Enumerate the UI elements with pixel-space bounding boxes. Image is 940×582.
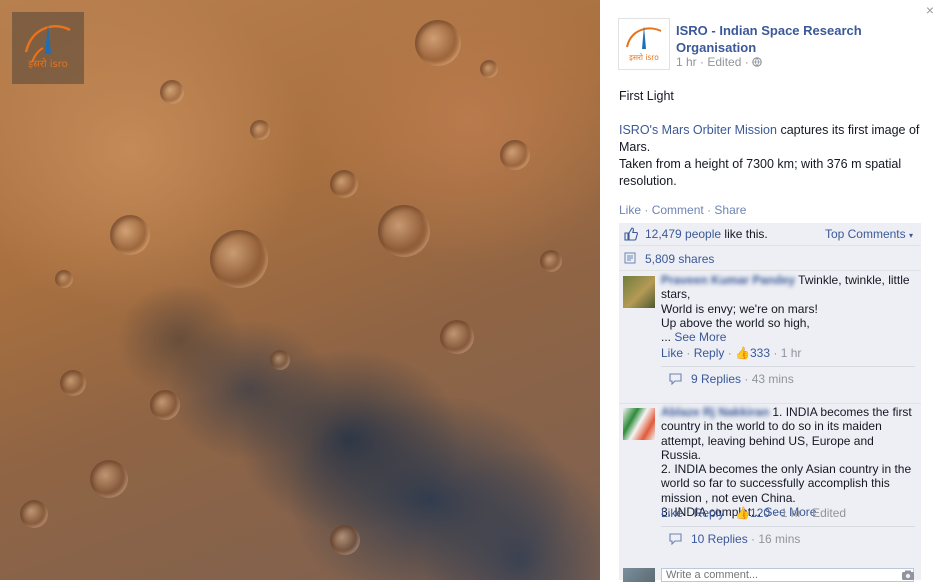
comment-like-link[interactable]: Like xyxy=(661,346,683,360)
view-replies[interactable]: 10 Replies · 16 mins xyxy=(661,526,915,551)
shares-count-link[interactable]: 5,809 shares xyxy=(645,252,714,266)
crater xyxy=(500,140,530,170)
write-comment-row xyxy=(619,562,921,582)
replies-count[interactable]: 10 Replies xyxy=(691,532,748,546)
share-icon xyxy=(624,252,636,264)
crater xyxy=(55,270,73,288)
thumbs-up-icon: 👍 xyxy=(735,346,750,360)
share-link[interactable]: Share xyxy=(714,203,746,217)
post-body: First Light ISRO's Mars Orbiter Mission … xyxy=(619,88,927,190)
logo-text: इसरो isro xyxy=(28,58,68,70)
crater xyxy=(540,250,562,272)
comment-likes-count[interactable]: 👍120 xyxy=(735,506,770,520)
crater xyxy=(378,205,430,257)
replies-time: 43 mins xyxy=(751,372,794,386)
comment-time[interactable]: 1 hr xyxy=(781,346,802,360)
post-title-line: First Light xyxy=(619,89,674,103)
close-icon[interactable]: × xyxy=(926,2,934,18)
likes-suffix: like this. xyxy=(721,227,768,241)
comment-reply-link[interactable]: Reply xyxy=(694,346,725,360)
edited-label[interactable]: Edited xyxy=(707,55,741,69)
page-avatar[interactable]: इसरो isro xyxy=(618,18,670,70)
camera-icon[interactable] xyxy=(901,570,915,580)
comment-author[interactable]: Ablaze Rj Nakkiran xyxy=(661,405,769,419)
crater xyxy=(330,525,360,555)
comment-reply-link[interactable]: Reply xyxy=(694,506,725,520)
shares-row: 5,809 shares xyxy=(619,246,921,271)
isro-logo-icon: इसरो isro xyxy=(24,24,71,70)
post-actions: Like · Comment · Share xyxy=(619,203,747,217)
crater xyxy=(270,350,290,370)
view-replies[interactable]: 9 Replies · 43 mins xyxy=(661,366,915,391)
replies-icon xyxy=(669,373,682,385)
isro-avatar-logo-icon: इसरो isro xyxy=(626,26,662,62)
thumbs-up-icon: 👍 xyxy=(735,506,750,520)
crater xyxy=(440,320,474,354)
top-comments-dropdown[interactable]: Top Comments ▾ xyxy=(825,227,913,241)
post-text-line2: Taken from a height of 7300 km; with 376… xyxy=(619,157,902,188)
isro-watermark-logo: इसरो isro xyxy=(12,12,84,84)
top-comments-label: Top Comments xyxy=(824,227,906,241)
comment-text: Ablaze Rj Nakkiran 1. INDIA becomes the … xyxy=(661,405,912,520)
comment-meta: Like · Reply · 👍333 · 1 hr xyxy=(661,346,802,360)
comment-1: Praveen Kumar Pandey Twinkle, twinkle, l… xyxy=(619,270,921,396)
replies-count[interactable]: 9 Replies xyxy=(691,372,741,386)
comment-text: Praveen Kumar Pandey Twinkle, twinkle, l… xyxy=(661,273,910,345)
avatar-logo-text: इसरो isro xyxy=(629,53,659,62)
crater xyxy=(60,370,86,396)
crater xyxy=(90,460,128,498)
comment-likes-count[interactable]: 👍333 xyxy=(735,346,770,360)
crater xyxy=(415,20,461,66)
commenter-avatar[interactable] xyxy=(623,276,655,308)
crater xyxy=(150,390,180,420)
crater xyxy=(330,170,358,198)
comment-meta: Like · Reply · 👍120 · 1 hr · Edited xyxy=(661,506,847,520)
crater xyxy=(110,215,150,255)
mission-link[interactable]: ISRO's Mars Orbiter Mission xyxy=(619,123,777,137)
post-time[interactable]: 1 hr xyxy=(676,55,697,69)
likes-row: 12,479 people like this. Top Comments ▾ xyxy=(619,223,921,246)
caret-down-icon: ▾ xyxy=(908,231,913,240)
post-meta: 1 hr · Edited · xyxy=(676,55,762,69)
comment-edited[interactable]: Edited xyxy=(812,506,846,520)
crater xyxy=(210,230,268,288)
likes-count-link[interactable]: 12,479 people xyxy=(645,227,721,241)
commenter-avatar[interactable] xyxy=(623,408,655,440)
replies-time: 16 mins xyxy=(758,532,801,546)
crater xyxy=(480,60,498,78)
mars-photo[interactable]: इसरो isro xyxy=(0,0,600,580)
crater xyxy=(20,500,48,528)
comment-time[interactable]: 1 hr xyxy=(781,506,802,520)
replies-icon xyxy=(669,533,682,545)
comment-2: Ablaze Rj Nakkiran 1. INDIA becomes the … xyxy=(619,402,921,562)
globe-icon[interactable] xyxy=(752,57,762,67)
see-more-link[interactable]: See More xyxy=(674,330,726,344)
comment-like-link[interactable]: Like xyxy=(661,506,683,520)
thumbs-up-icon xyxy=(624,227,638,241)
comment-link[interactable]: Comment xyxy=(652,203,704,217)
comment-author[interactable]: Praveen Kumar Pandey xyxy=(661,273,795,287)
like-link[interactable]: Like xyxy=(619,203,641,217)
page-name-link[interactable]: ISRO - Indian Space Research Organisatio… xyxy=(676,22,896,56)
crater xyxy=(250,120,270,140)
crater xyxy=(160,80,184,104)
